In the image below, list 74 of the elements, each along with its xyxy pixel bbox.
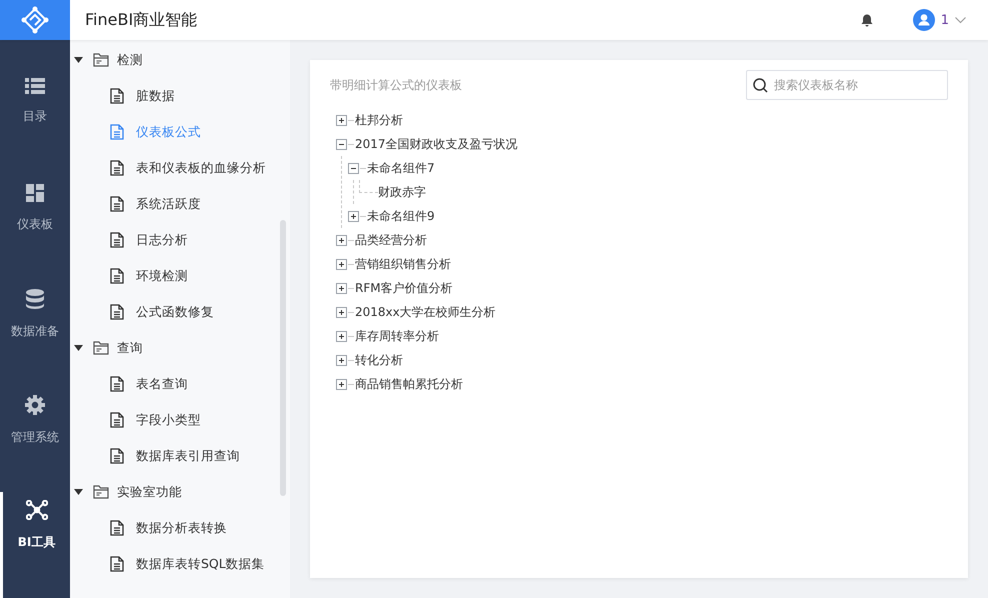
dashboard-item[interactable]: 数据分析表转换 [136,520,227,536]
document-icon [110,268,124,284]
collapse-icon[interactable] [348,162,359,174]
document-icon [110,520,124,536]
collapse-icon[interactable] [336,138,347,150]
dashboard-item[interactable]: 日志分析 [136,232,188,248]
dashboard-item[interactable]: 字段小类型 [136,412,201,428]
tree-item[interactable]: 财政赤字 [378,184,426,200]
avatar-icon[interactable] [912,9,935,31]
dashboard-item[interactable]: 环境检测 [136,268,188,284]
dashboard-item[interactable]: 表名查询 [136,376,188,392]
folder-icon [93,53,109,67]
dashboard-item[interactable]: 数据库表转SQL数据集 [136,556,265,572]
search-field[interactable]: 搜索仪表板名称 [746,70,948,100]
nav-item[interactable]: 管理系统 [0,386,70,492]
dashboard-item[interactable]: 数据库表引用查询 [136,448,240,464]
user-name[interactable]: 1 [940,12,949,28]
expand-icon[interactable] [336,282,347,294]
caret-icon[interactable] [74,489,83,495]
app-title: FineBI商业智能 [85,10,198,30]
database-icon [26,289,44,310]
document-icon [110,124,124,140]
nav-item[interactable]: 仪表板 [0,176,70,282]
expand-icon[interactable] [336,234,347,246]
network-icon [26,500,48,520]
nav-item[interactable]: 目录 [0,70,70,176]
document-icon [110,160,124,176]
document-icon [110,304,124,320]
dashboard-item[interactable]: 公式函数修复 [136,304,214,320]
settings-icon [25,394,45,415]
tree-item[interactable]: 未命名组件9 [367,208,435,224]
folder-label[interactable]: 检测 [117,52,143,68]
tree-item[interactable]: 2018xx大学在校师生分析 [355,304,496,320]
card-title: 带明细计算公式的仪表板 [330,76,462,94]
folder-icon [93,341,109,355]
tree-item[interactable]: 杜邦分析 [355,112,403,128]
tree-item[interactable]: 2017全国财政收支及盈亏状况 [355,136,518,152]
caret-icon[interactable] [74,57,83,63]
chevron-down-icon[interactable] [955,16,966,24]
document-icon [110,196,124,212]
search-icon [753,78,768,93]
expand-icon[interactable] [336,258,347,270]
tree-item[interactable]: 营销组织销售分析 [355,256,451,272]
dashboard-item[interactable]: 表和仪表板的血缘分析 [136,160,266,176]
expand-icon[interactable] [348,210,359,222]
document-icon [110,412,124,428]
tree-item[interactable]: 商品销售帕累托分析 [355,376,463,392]
folder-label[interactable]: 实验室功能 [117,484,182,500]
logo-icon[interactable] [0,0,70,40]
notification-icon[interactable] [860,14,873,26]
dashboard-item[interactable]: 系统活跃度 [136,196,201,212]
tree-item[interactable]: 库存周转率分析 [355,328,439,344]
expand-icon[interactable] [336,378,347,390]
folder-icon [93,485,109,499]
document-icon [110,88,124,104]
caret-icon[interactable] [74,345,83,351]
document-icon [110,448,124,464]
document-icon [110,232,124,248]
tree-item[interactable]: RFM客户价值分析 [355,280,453,296]
dashboard-item[interactable]: 脏数据 [136,88,175,104]
tree-item[interactable]: 转化分析 [355,352,403,368]
tree-item[interactable]: 品类经营分析 [355,232,427,248]
tree-item[interactable]: 未命名组件7 [367,160,435,176]
expand-icon[interactable] [336,330,347,342]
folder-label[interactable]: 查询 [117,340,143,356]
dashboard-icon [26,184,44,202]
scrollbar-thumb[interactable] [280,220,286,496]
expand-icon[interactable] [336,114,347,126]
expand-icon[interactable] [336,306,347,318]
list-icon [25,78,45,94]
expand-icon[interactable] [336,354,347,366]
document-icon [110,376,124,392]
document-icon [110,556,124,572]
nav-item[interactable]: 数据准备 [0,281,70,387]
